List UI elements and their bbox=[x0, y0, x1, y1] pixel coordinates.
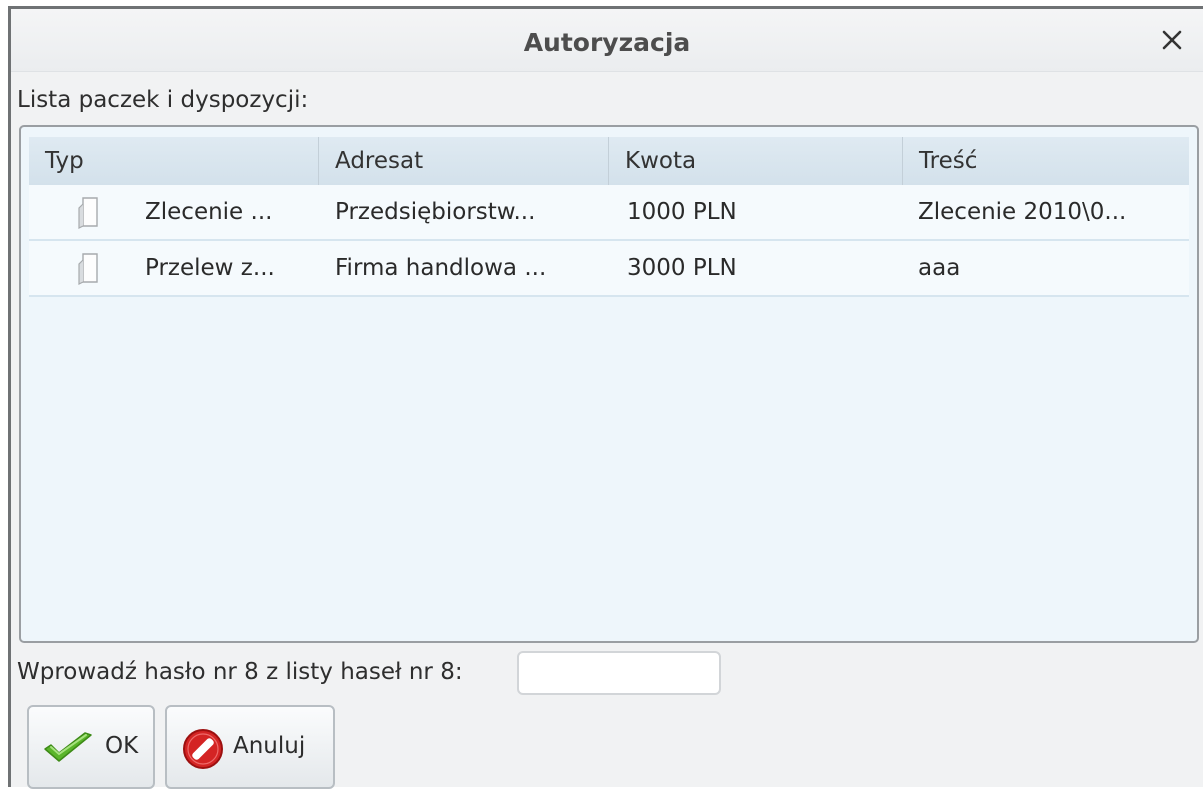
no-entry-icon bbox=[183, 729, 223, 769]
cell-content: aaa bbox=[918, 255, 961, 281]
title-bar: Autoryzacja bbox=[11, 9, 1203, 72]
table-header: Typ Adresat Kwota Treść bbox=[29, 137, 1189, 186]
close-icon bbox=[1162, 30, 1182, 50]
password-prompt: Wprowadź hasło nr 8 z listy haseł nr 8: bbox=[17, 659, 463, 685]
cancel-button-label: Anuluj bbox=[233, 733, 306, 759]
list-label: Lista paczek i dyspozycji: bbox=[17, 87, 309, 113]
table-row[interactable]: Przelew z... Firma handlowa ... 3000 PLN… bbox=[29, 241, 1189, 297]
column-header-amount[interactable]: Kwota bbox=[609, 137, 903, 185]
table-body: Zlecenie ... Przedsiębiorstw... 1000 PLN… bbox=[29, 185, 1189, 297]
checkmark-icon bbox=[44, 732, 92, 762]
cell-type: Przelew z... bbox=[145, 255, 275, 281]
cell-recipient: Firma handlowa ... bbox=[335, 255, 547, 281]
close-button[interactable] bbox=[1157, 25, 1187, 55]
package-list[interactable]: Typ Adresat Kwota Treść Zlecenie ... Prz… bbox=[19, 125, 1199, 643]
column-header-type[interactable]: Typ bbox=[29, 137, 319, 185]
column-header-recipient[interactable]: Adresat bbox=[319, 137, 609, 185]
document-icon bbox=[78, 253, 98, 285]
cell-amount: 1000 PLN bbox=[627, 199, 737, 225]
table-row[interactable]: Zlecenie ... Przedsiębiorstw... 1000 PLN… bbox=[29, 185, 1189, 241]
password-input[interactable] bbox=[517, 651, 721, 695]
ok-button[interactable]: OK bbox=[27, 705, 155, 789]
cell-amount: 3000 PLN bbox=[627, 255, 737, 281]
cell-recipient: Przedsiębiorstw... bbox=[335, 199, 536, 225]
cell-type: Zlecenie ... bbox=[145, 199, 273, 225]
column-header-content[interactable]: Treść bbox=[903, 137, 1193, 185]
authorization-dialog: Autoryzacja Lista paczek i dyspozycji: T… bbox=[8, 6, 1203, 789]
cancel-button[interactable]: Anuluj bbox=[165, 705, 335, 789]
dialog-title: Autoryzacja bbox=[523, 28, 691, 57]
cell-content: Zlecenie 2010\0... bbox=[918, 199, 1127, 225]
ok-button-label: OK bbox=[105, 733, 139, 759]
document-icon bbox=[78, 197, 98, 229]
